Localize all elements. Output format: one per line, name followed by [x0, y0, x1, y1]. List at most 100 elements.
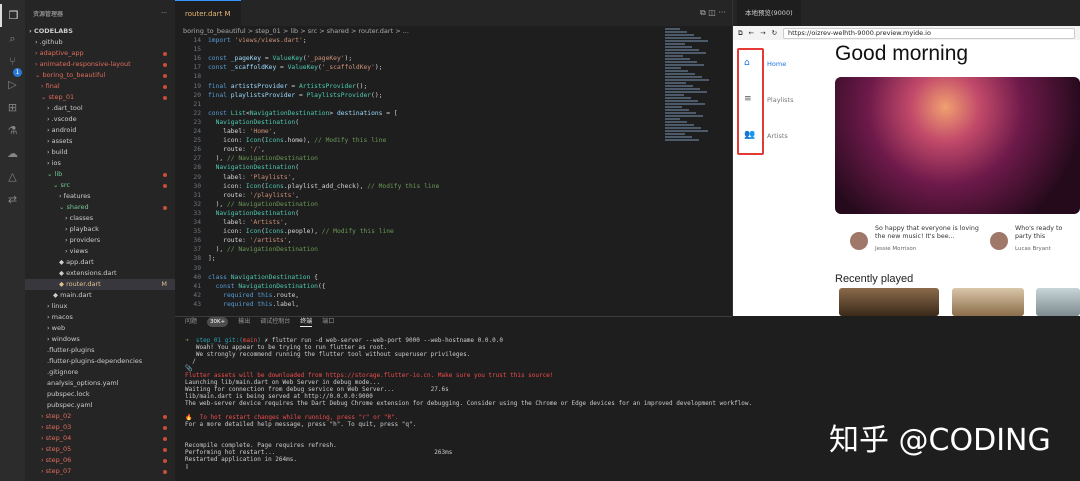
tree-item[interactable]: .flutter-plugins: [25, 345, 175, 356]
panel-tab[interactable]: 调试控制台: [260, 317, 290, 327]
code-line[interactable]: icon: Icon(Icons.home), // Modify this l…: [208, 137, 386, 144]
code-line[interactable]: ];: [208, 255, 216, 262]
code-line[interactable]: const _scaffoldKey = ValueKey('_scaffold…: [208, 64, 382, 71]
deploy-icon[interactable]: ☁: [0, 142, 25, 165]
hero-image[interactable]: [835, 77, 1080, 214]
testing-icon[interactable]: ⚗: [0, 119, 25, 142]
nav-artists-label[interactable]: Artists: [767, 132, 788, 140]
recent-thumb-3[interactable]: [1036, 288, 1080, 316]
code-line[interactable]: import 'views/views.dart';: [208, 37, 307, 44]
tree-item[interactable]: ◆ app.dart: [25, 257, 175, 268]
more-icon[interactable]: ···: [161, 10, 167, 17]
code-line[interactable]: ), // NavigationDestination: [208, 201, 318, 208]
code-line[interactable]: label: 'Home',: [208, 128, 276, 135]
live-share-icon[interactable]: ⇄: [0, 188, 25, 211]
tree-item[interactable]: ◆ router.dart M: [25, 279, 175, 290]
tree-item[interactable]: analysis_options.yaml: [25, 378, 175, 389]
search-icon[interactable]: ⌕: [0, 27, 25, 50]
tree-item[interactable]: › step_03: [25, 422, 175, 433]
tree-item[interactable]: ⌄ src: [25, 180, 175, 191]
open-external-icon[interactable]: ⧉: [738, 29, 743, 38]
breadcrumb[interactable]: boring_to_beautiful > step_01 > lib > sr…: [175, 26, 732, 37]
tree-item[interactable]: › step_05: [25, 444, 175, 455]
tree-item[interactable]: › linux: [25, 301, 175, 312]
tree-item[interactable]: › build: [25, 147, 175, 158]
tree-item[interactable]: › step_07: [25, 466, 175, 477]
back-icon[interactable]: ←: [749, 29, 754, 37]
reload-icon[interactable]: ↻: [772, 29, 777, 37]
code-line[interactable]: ), // NavigationDestination: [208, 155, 318, 162]
tree-item[interactable]: › windows: [25, 334, 175, 345]
code-line[interactable]: ), // NavigationDestination: [208, 246, 318, 253]
tree-item[interactable]: › CODELABS: [25, 26, 175, 37]
minimap[interactable]: [665, 28, 715, 148]
tree-item[interactable]: ⌄ shared: [25, 202, 175, 213]
nav-playlists-label[interactable]: Playlists: [767, 96, 794, 104]
tree-item[interactable]: › features: [25, 191, 175, 202]
code-line[interactable]: NavigationDestination(: [208, 210, 299, 217]
files-icon[interactable]: ❐: [0, 4, 25, 27]
code-line[interactable]: NavigationDestination(: [208, 164, 299, 171]
tree-item[interactable]: › .dart_tool: [25, 103, 175, 114]
avatar[interactable]: [990, 232, 1008, 250]
tree-item[interactable]: › adaptive_app: [25, 48, 175, 59]
tree-item[interactable]: › providers: [25, 235, 175, 246]
extensions-icon[interactable]: ⊞: [0, 96, 25, 119]
tree-item[interactable]: ⌄ step_01: [25, 92, 175, 103]
code-line[interactable]: route: '/playlists',: [208, 192, 299, 199]
tree-item[interactable]: › assets: [25, 136, 175, 147]
avatar[interactable]: [850, 232, 868, 250]
editor-actions[interactable]: ⧉ ◫ ···: [700, 8, 726, 18]
code-line[interactable]: icon: Icon(Icons.playlist_add_check), //…: [208, 183, 439, 190]
tree-item[interactable]: › .vscode: [25, 114, 175, 125]
tree-item[interactable]: pubspec.yaml: [25, 400, 175, 411]
tree-item[interactable]: › .github: [25, 37, 175, 48]
code-line[interactable]: route: '/',: [208, 146, 265, 153]
preview-tab[interactable]: 本地预览(9000): [737, 0, 801, 26]
code-line[interactable]: final artistsProvider = ArtistsProvider(…: [208, 83, 367, 90]
tree-item[interactable]: › animated-responsive-layout: [25, 59, 175, 70]
tree-item[interactable]: › step_06: [25, 455, 175, 466]
code-line[interactable]: required this.label,: [208, 301, 299, 308]
code-line[interactable]: label: 'Artists',: [208, 219, 287, 226]
tree-item[interactable]: › android: [25, 125, 175, 136]
panel-tab[interactable]: 输出: [238, 317, 250, 327]
nav-home-label[interactable]: Home: [767, 60, 786, 68]
recent-thumb-2[interactable]: [952, 288, 1024, 316]
code-line[interactable]: class NavigationDestination {: [208, 274, 318, 281]
tab-router-dart[interactable]: router.dart M: [175, 0, 241, 26]
nav-home-icon[interactable]: ⌂: [744, 58, 750, 68]
code-line[interactable]: required this.route,: [208, 292, 299, 299]
code-line[interactable]: const List<NavigationDestination> destin…: [208, 110, 398, 117]
tree-item[interactable]: › views: [25, 246, 175, 257]
code-line[interactable]: const NavigationDestination({: [208, 283, 326, 290]
code-line[interactable]: route: '/artists',: [208, 237, 291, 244]
tree-item[interactable]: › macos: [25, 312, 175, 323]
tree-item[interactable]: › step_04: [25, 433, 175, 444]
tree-item[interactable]: › ios: [25, 158, 175, 169]
run-debug-icon[interactable]: ▷: [0, 73, 25, 96]
tree-item[interactable]: › web: [25, 323, 175, 334]
tree-item[interactable]: .gitignore: [25, 367, 175, 378]
tree-item[interactable]: › playback: [25, 224, 175, 235]
terminal[interactable]: ➜ step_01 git:(main) ✗ flutter run -d we…: [175, 327, 752, 470]
remote-icon[interactable]: △: [0, 165, 25, 188]
code-line[interactable]: NavigationDestination(: [208, 119, 299, 126]
recent-thumb-1[interactable]: [839, 288, 939, 316]
url-input[interactable]: https://oizrev-welhth-9000.preview.myide…: [783, 27, 1075, 39]
nav-playlists-icon[interactable]: ≡: [744, 94, 752, 104]
panel-tab[interactable]: 终端: [300, 317, 313, 327]
tree-item[interactable]: ⌄ boring_to_beautiful: [25, 70, 175, 81]
code-line[interactable]: icon: Icon(Icons.people), // Modify this…: [208, 228, 394, 235]
code-line[interactable]: final playlistsProvider = PlaylistsProvi…: [208, 92, 382, 99]
tree-item[interactable]: › final: [25, 81, 175, 92]
tree-item[interactable]: pubspec.lock: [25, 389, 175, 400]
tree-item[interactable]: .flutter-plugins-dependencies: [25, 356, 175, 367]
panel-tab[interactable]: 端口: [322, 317, 334, 327]
tree-item[interactable]: › classes: [25, 213, 175, 224]
forward-icon[interactable]: →: [760, 29, 765, 37]
code-line[interactable]: const _pageKey = ValueKey('_pageKey');: [208, 55, 352, 62]
tree-item[interactable]: ◆ extensions.dart: [25, 268, 175, 279]
tree-item[interactable]: › step_02: [25, 411, 175, 422]
post-text[interactable]: Who's ready to party this weekend?! See …: [1015, 225, 1080, 241]
